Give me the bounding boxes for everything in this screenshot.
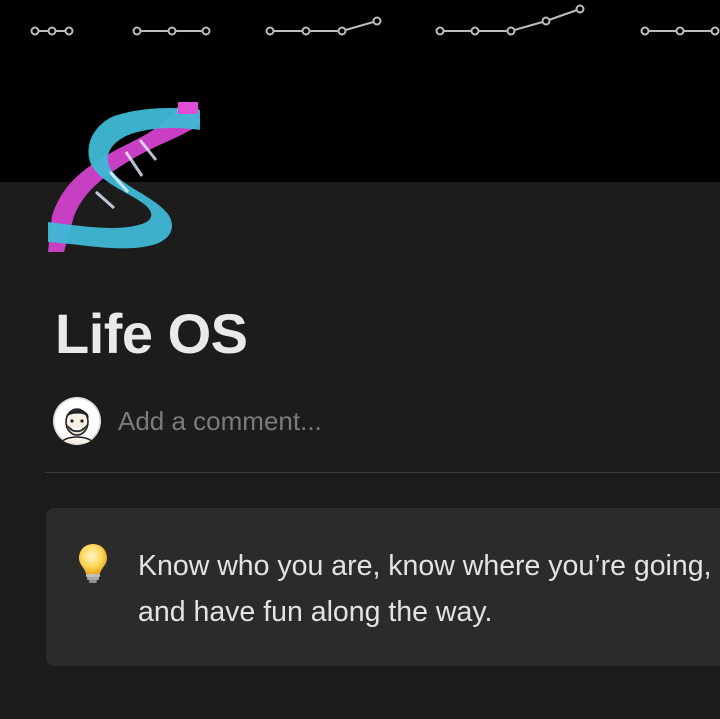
- callout-text[interactable]: Know who you are, know where you’re goin…: [138, 543, 713, 635]
- user-avatar[interactable]: [53, 397, 101, 445]
- divider: [45, 472, 720, 473]
- lightbulb-icon[interactable]: [78, 543, 108, 585]
- dna-icon[interactable]: [44, 96, 206, 258]
- comment-row[interactable]: [53, 395, 693, 447]
- comment-input[interactable]: [118, 405, 658, 437]
- page-title[interactable]: Life OS: [55, 300, 248, 368]
